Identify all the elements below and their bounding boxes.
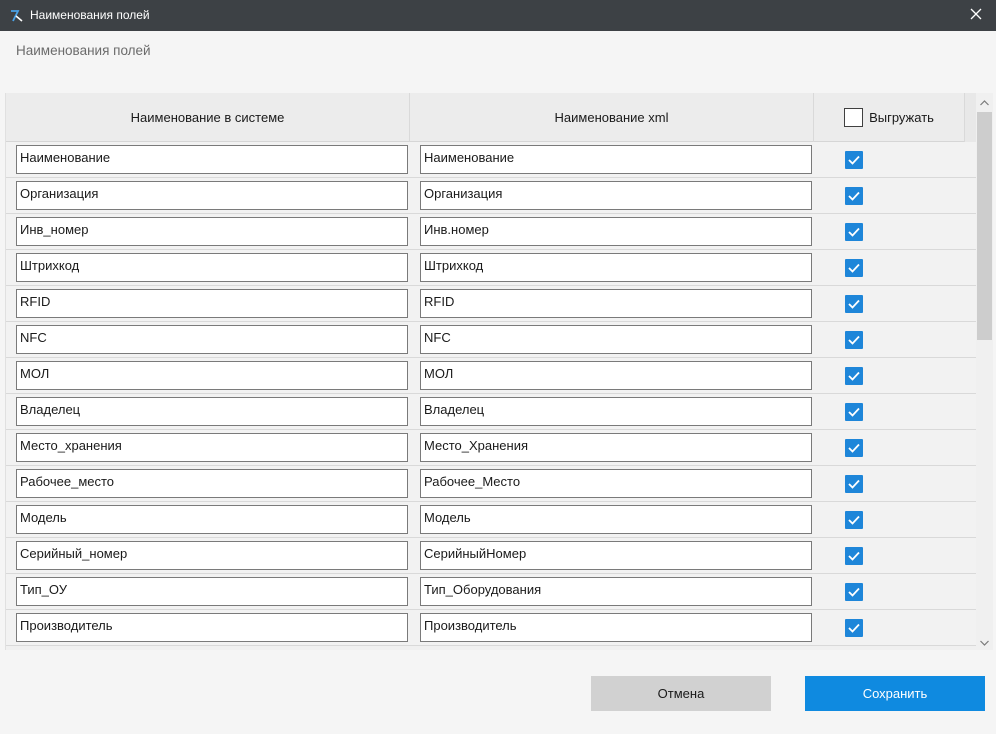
save-button[interactable]: Сохранить: [805, 676, 985, 711]
checkmark-icon: [848, 369, 860, 384]
fields-grid: Наименование в системе Наименование xml …: [5, 93, 976, 650]
system-name-input[interactable]: Штрихкод: [16, 253, 408, 282]
export-checkbox[interactable]: [845, 259, 863, 277]
xml-name-input[interactable]: Организация: [420, 181, 812, 210]
scroll-up-button[interactable]: [976, 93, 993, 110]
xml-name-input[interactable]: Модель: [420, 505, 812, 534]
table-row: RFID RFID: [6, 286, 976, 322]
checkmark-icon: [848, 261, 860, 276]
xml-name-input[interactable]: МОЛ: [420, 361, 812, 390]
checkmark-icon: [848, 621, 860, 636]
grid-body: Наименование Наименование Организация Орган…: [6, 142, 976, 646]
checkmark-icon: [848, 153, 860, 168]
export-checkbox[interactable]: [845, 223, 863, 241]
close-button[interactable]: [956, 0, 996, 31]
system-name-input[interactable]: Модель: [16, 505, 408, 534]
export-checkbox[interactable]: [845, 295, 863, 313]
table-row: Тип_ОУ Тип_Оборудования: [6, 574, 976, 610]
system-name-input[interactable]: NFC: [16, 325, 408, 354]
column-header-xml-name[interactable]: Наименование xml: [410, 93, 814, 142]
xml-name-input[interactable]: СерийныйНомер: [420, 541, 812, 570]
header-filler: [965, 93, 976, 142]
dialog-subtitle: Наименования полей: [16, 43, 151, 58]
xml-name-input[interactable]: Инв.номер: [420, 217, 812, 246]
system-name-input[interactable]: Серийный_номер: [16, 541, 408, 570]
system-name-input[interactable]: Место_хранения: [16, 433, 408, 462]
table-row: Организация Организация: [6, 178, 976, 214]
checkmark-icon: [848, 441, 860, 456]
table-row: Владелец Владелец: [6, 394, 976, 430]
xml-name-input[interactable]: Рабочее_Место: [420, 469, 812, 498]
checkmark-icon: [848, 585, 860, 600]
export-checkbox[interactable]: [845, 331, 863, 349]
export-checkbox[interactable]: [845, 187, 863, 205]
checkmark-icon: [848, 333, 860, 348]
checkmark-icon: [848, 513, 860, 528]
checkmark-icon: [848, 477, 860, 492]
table-row: Место_хранения Место_Хранения: [6, 430, 976, 466]
table-row: Наименование Наименование: [6, 142, 976, 178]
checkmark-icon: [848, 549, 860, 564]
system-name-input[interactable]: МОЛ: [16, 361, 408, 390]
column-header-system-name[interactable]: Наименование в системе: [6, 93, 410, 142]
close-icon: [970, 8, 982, 23]
system-name-input[interactable]: Производитель: [16, 613, 408, 642]
export-checkbox[interactable]: [845, 367, 863, 385]
chevron-up-icon: [980, 94, 989, 109]
system-name-input[interactable]: Тип_ОУ: [16, 577, 408, 606]
xml-name-input[interactable]: Наименование: [420, 145, 812, 174]
xml-name-input[interactable]: Производитель: [420, 613, 812, 642]
export-all-checkbox[interactable]: [844, 108, 864, 127]
xml-name-input[interactable]: Место_Хранения: [420, 433, 812, 462]
checkmark-icon: [848, 297, 860, 312]
checkmark-icon: [848, 405, 860, 420]
checkmark-icon: [848, 189, 860, 204]
column-header-export: Выгружать: [814, 93, 965, 142]
xml-name-input[interactable]: Штрихкод: [420, 253, 812, 282]
table-row: NFC NFC: [6, 322, 976, 358]
app-logo-icon: [9, 8, 25, 24]
chevron-down-icon: [980, 634, 989, 649]
export-checkbox[interactable]: [845, 619, 863, 637]
title-bar: Наименования полей: [0, 0, 996, 31]
grid-header: Наименование в системе Наименование xml …: [6, 93, 976, 142]
system-name-input[interactable]: Рабочее_место: [16, 469, 408, 498]
cancel-button[interactable]: Отмена: [591, 676, 771, 711]
scrollbar-thumb[interactable]: [977, 112, 992, 340]
xml-name-input[interactable]: Тип_Оборудования: [420, 577, 812, 606]
export-checkbox[interactable]: [845, 475, 863, 493]
system-name-input[interactable]: RFID: [16, 289, 408, 318]
table-row: Серийный_номер СерийныйНомер: [6, 538, 976, 574]
export-checkbox[interactable]: [845, 547, 863, 565]
scroll-down-button[interactable]: [976, 633, 993, 650]
table-row: Рабочее_место Рабочее_Место: [6, 466, 976, 502]
table-row: Модель Модель: [6, 502, 976, 538]
xml-name-input[interactable]: RFID: [420, 289, 812, 318]
export-checkbox[interactable]: [845, 151, 863, 169]
system-name-input[interactable]: Владелец: [16, 397, 408, 426]
export-checkbox[interactable]: [845, 439, 863, 457]
export-checkbox[interactable]: [845, 511, 863, 529]
checkmark-icon: [848, 225, 860, 240]
column-header-export-label: Выгружать: [869, 110, 934, 125]
system-name-input[interactable]: Инв_номер: [16, 217, 408, 246]
table-row: МОЛ МОЛ: [6, 358, 976, 394]
table-row: Штрихкод Штрихкод: [6, 250, 976, 286]
export-checkbox[interactable]: [845, 583, 863, 601]
table-row: Производитель Производитель: [6, 610, 976, 646]
system-name-input[interactable]: Организация: [16, 181, 408, 210]
table-row: Инв_номер Инв.номер: [6, 214, 976, 250]
vertical-scrollbar[interactable]: [976, 93, 993, 650]
system-name-input[interactable]: Наименование: [16, 145, 408, 174]
xml-name-input[interactable]: NFC: [420, 325, 812, 354]
xml-name-input[interactable]: Владелец: [420, 397, 812, 426]
export-checkbox[interactable]: [845, 403, 863, 421]
window-title: Наименования полей: [30, 8, 150, 22]
